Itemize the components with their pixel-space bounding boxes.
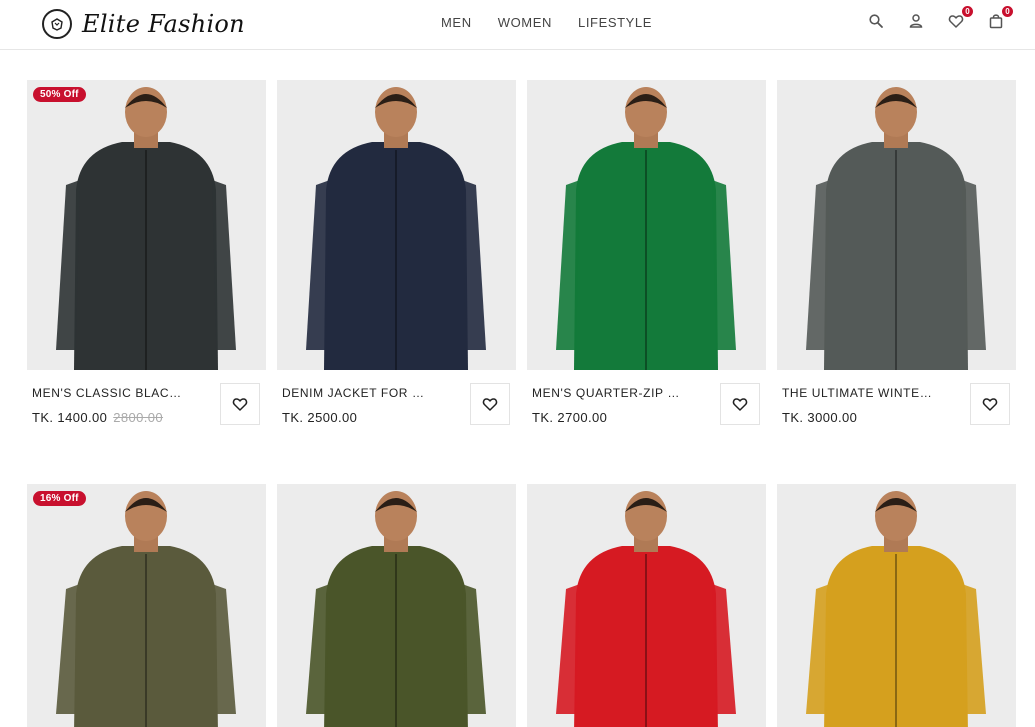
product-title[interactable]: MEN'S QUARTER-ZIP POLAR... [532,386,682,400]
wishlist-button[interactable]: 0 [945,5,974,32]
product-image[interactable] [277,484,516,727]
brand-logo[interactable]: Elite Fashion [42,7,245,41]
add-to-wishlist-button[interactable] [970,383,1010,425]
brand-name: Elite Fashion [82,10,245,38]
product-info: THE ULTIMATE WINTER... TK. 3000.00 [777,370,1016,436]
wishlist-count-badge: 0 [961,5,974,18]
product-card[interactable]: 16% Off [27,484,266,727]
add-to-wishlist-button[interactable] [470,383,510,425]
product-image[interactable]: 50% Off [27,80,266,370]
product-card[interactable]: THE ULTIMATE WINTER... TK. 3000.00 [777,80,1016,436]
header-actions: 0 0 [847,5,1014,32]
product-image[interactable] [527,484,766,727]
heart-icon [732,398,748,411]
user-icon [909,14,923,28]
product-card[interactable]: MEN'S QUARTER-ZIP POLAR... TK. 2700.00 [527,80,766,436]
account-button[interactable] [905,10,927,32]
product-image[interactable] [277,80,516,370]
current-price: TK. 2700.00 [532,410,608,425]
search-button[interactable] [865,10,887,32]
product-info: MEN'S QUARTER-ZIP POLAR... TK. 2700.00 [527,370,766,436]
model-photo-placeholder [27,484,266,727]
product-title[interactable]: THE ULTIMATE WINTER... [782,386,932,400]
add-to-wishlist-button[interactable] [220,383,260,425]
product-price: TK. 2700.00 [532,410,607,425]
discount-badge: 16% Off [33,491,86,506]
model-photo-placeholder [777,80,1016,370]
heart-icon [982,398,998,411]
model-photo-placeholder [27,80,266,370]
product-info: MEN'S CLASSIC BLACK... TK. 1400.00 2800.0… [27,370,266,436]
main-nav: MEN WOMEN LIFESTYLE [441,15,652,30]
product-price: TK. 3000.00 [782,410,857,425]
product-image[interactable] [527,80,766,370]
model-photo-placeholder [277,484,516,727]
product-card[interactable] [527,484,766,727]
product-grid: 50% Off MEN'S CLASSIC BLACK... TK. 1400.… [27,80,1017,727]
heart-icon [232,398,248,411]
current-price: TK. 3000.00 [782,410,858,425]
product-price: TK. 1400.00 2800.00 [32,410,163,425]
product-image[interactable] [777,80,1016,370]
nav-men[interactable]: MEN [441,15,472,30]
product-card[interactable]: 50% Off MEN'S CLASSIC BLACK... TK. 1400.… [27,80,266,436]
product-info: DENIM JACKET FOR MEN TK. 2500.00 [277,370,516,436]
cart-count-badge: 0 [1001,5,1014,18]
model-photo-placeholder [527,484,766,727]
old-price: 2800.00 [113,410,164,425]
product-title[interactable]: DENIM JACKET FOR MEN [282,386,432,400]
product-image[interactable] [777,484,1016,727]
product-image[interactable]: 16% Off [27,484,266,727]
product-title[interactable]: MEN'S CLASSIC BLACK... [32,386,182,400]
discount-badge: 50% Off [33,87,86,102]
current-price: TK. 2500.00 [282,410,358,425]
brand-emblem-icon [42,9,72,39]
nav-women[interactable]: WOMEN [498,15,552,30]
product-card[interactable]: DENIM JACKET FOR MEN TK. 2500.00 [277,80,516,436]
model-photo-placeholder [527,80,766,370]
model-photo-placeholder [277,80,516,370]
product-card[interactable] [777,484,1016,727]
model-photo-placeholder [777,484,1016,727]
add-to-wishlist-button[interactable] [720,383,760,425]
product-price: TK. 2500.00 [282,410,357,425]
nav-lifestyle[interactable]: LIFESTYLE [578,15,652,30]
site-header: Elite Fashion MEN WOMEN LIFESTYLE 0 0 [0,0,1035,50]
cart-button[interactable]: 0 [985,5,1014,32]
search-icon [869,14,883,28]
heart-icon [482,398,498,411]
product-card[interactable] [277,484,516,727]
current-price: TK. 1400.00 [32,410,108,425]
